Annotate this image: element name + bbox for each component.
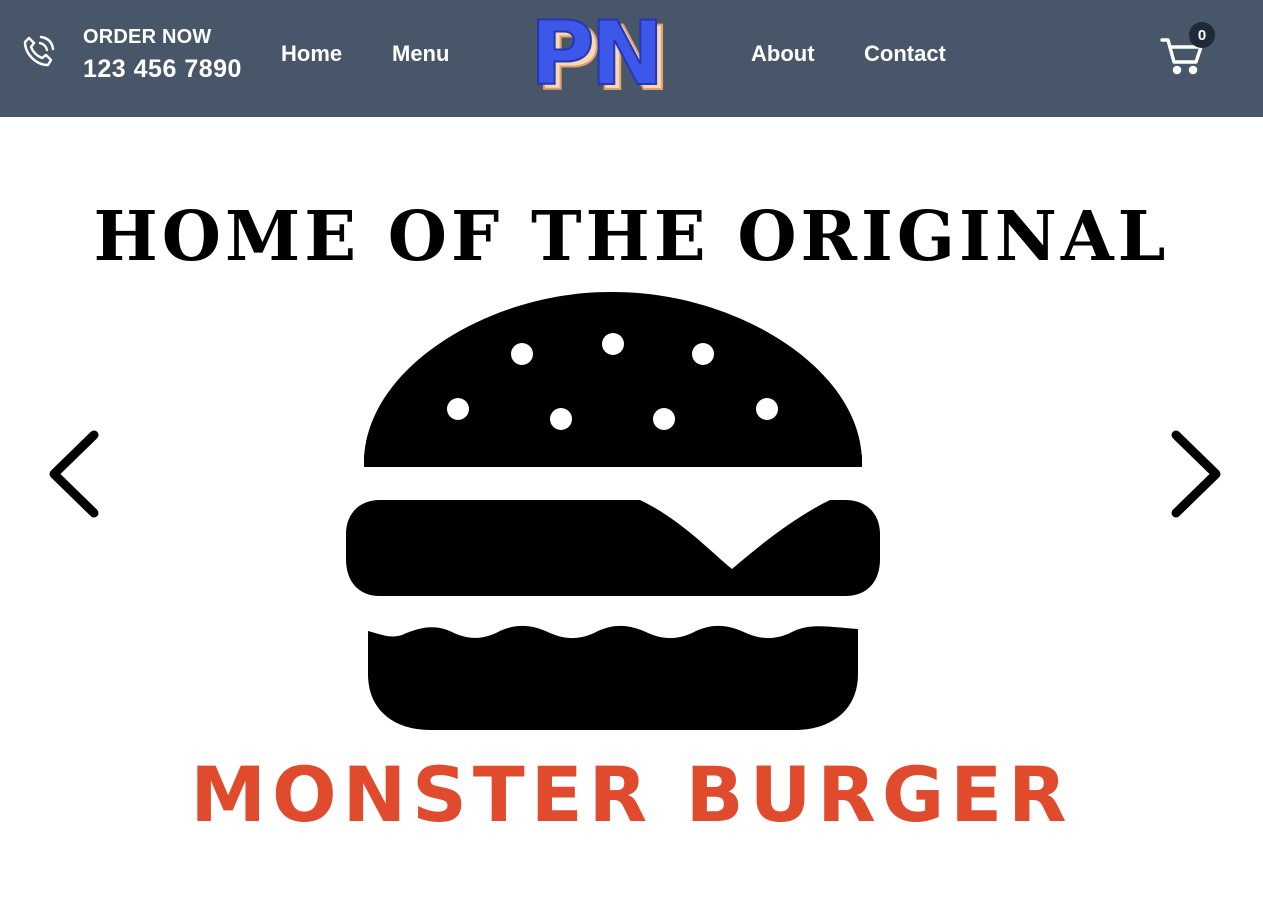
slide-headline: HOME OF THE ORIGINAL <box>93 197 1170 277</box>
order-phone-number[interactable]: 123 456 7890 <box>83 55 242 84</box>
order-now-label: ORDER NOW <box>83 26 212 48</box>
slider-next-button[interactable] <box>1165 427 1225 522</box>
chevron-right-icon <box>1171 430 1221 518</box>
burger-illustration <box>346 291 880 730</box>
hero-slider: HOME OF THE ORIGINAL MONSTER BURGER <box>0 117 1263 921</box>
top-navbar: ORDER NOW 123 456 7890 Home Menu PN PN A… <box>0 0 1263 117</box>
order-now-block[interactable]: ORDER NOW 123 456 7890 <box>83 26 242 84</box>
cart-count-badge: 0 <box>1189 22 1215 48</box>
nav-link-contact[interactable]: Contact <box>864 41 946 67</box>
slider-prev-button[interactable] <box>45 427 105 522</box>
slide-image-monster-burger: HOME OF THE ORIGINAL MONSTER BURGER <box>0 117 1263 921</box>
nav-link-menu[interactable]: Menu <box>392 41 449 67</box>
site-logo[interactable]: PN PN <box>529 2 678 105</box>
cart-button[interactable]: 0 <box>1160 22 1215 78</box>
slide-brand-name: MONSTER BURGER <box>190 750 1073 839</box>
nav-link-home[interactable]: Home <box>281 41 342 67</box>
nav-link-about[interactable]: About <box>751 41 815 67</box>
phone-icon[interactable] <box>20 34 56 70</box>
logo-text: PN <box>529 2 665 105</box>
chevron-left-icon <box>49 430 99 518</box>
